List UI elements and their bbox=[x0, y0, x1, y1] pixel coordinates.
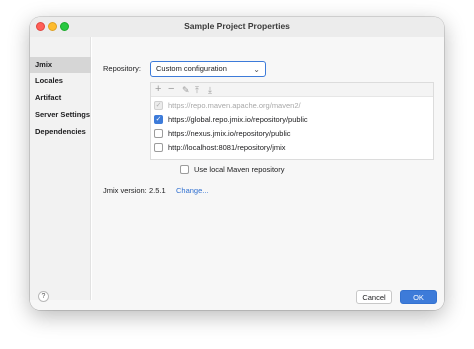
repository-select[interactable]: Custom configuration ⌄ bbox=[150, 61, 266, 77]
remove-icon[interactable]: − bbox=[168, 83, 174, 95]
repository-toolbar: + − ✎ ⤒ ⤓ bbox=[151, 83, 433, 97]
jmix-version-label: Jmix version: bbox=[103, 186, 147, 195]
sidebar: Jmix Locales Artifact Server Settings De… bbox=[30, 37, 91, 300]
edit-icon[interactable]: ✎ bbox=[182, 84, 190, 96]
help-button[interactable]: ? bbox=[38, 291, 49, 302]
repository-row-localhost: http://localhost:8081/repository/jmix bbox=[154, 142, 430, 155]
repository-list: + − ✎ ⤒ ⤓ ✓ https://repo.maven.apache.or… bbox=[150, 82, 434, 160]
repository-url: https://nexus.jmix.io/repository/public bbox=[168, 129, 291, 138]
add-icon[interactable]: + bbox=[155, 83, 161, 95]
window-title: Sample Project Properties bbox=[184, 21, 290, 31]
move-down-icon[interactable]: ⤓ bbox=[208, 84, 212, 96]
repository-checkbox[interactable] bbox=[154, 129, 163, 138]
sidebar-item-jmix[interactable]: Jmix bbox=[30, 57, 91, 73]
repository-url: https://repo.maven.apache.org/maven2/ bbox=[168, 101, 301, 110]
repository-checkbox[interactable]: ✓ bbox=[154, 115, 163, 124]
local-maven-label: Use local Maven repository bbox=[194, 165, 285, 174]
project-properties-dialog: Sample Project Properties Jmix Locales A… bbox=[30, 17, 444, 310]
move-up-icon[interactable]: ⤒ bbox=[195, 84, 199, 96]
sidebar-item-server-settings[interactable]: Server Settings bbox=[30, 107, 91, 123]
repository-row-nexus-jmix: https://nexus.jmix.io/repository/public bbox=[154, 128, 430, 141]
change-version-link[interactable]: Change... bbox=[176, 186, 209, 195]
settings-panel: Repository: Custom configuration ⌄ + − ✎… bbox=[92, 37, 444, 300]
title-bar: Sample Project Properties bbox=[30, 17, 444, 37]
repository-label: Repository: bbox=[103, 64, 141, 73]
repository-select-value: Custom configuration bbox=[156, 64, 227, 73]
repository-url: https://global.repo.jmix.io/repository/p… bbox=[168, 115, 308, 124]
local-maven-option: Use local Maven repository bbox=[180, 164, 444, 177]
chevron-down-icon: ⌄ bbox=[253, 65, 260, 74]
ok-button[interactable]: OK bbox=[400, 290, 437, 304]
repository-checkbox[interactable] bbox=[154, 143, 163, 152]
cancel-button[interactable]: Cancel bbox=[356, 290, 392, 304]
local-maven-checkbox[interactable] bbox=[180, 165, 189, 174]
sidebar-item-locales[interactable]: Locales bbox=[30, 73, 91, 89]
repository-url: http://localhost:8081/repository/jmix bbox=[168, 143, 286, 152]
sidebar-item-dependencies[interactable]: Dependencies bbox=[30, 124, 91, 140]
repository-row-global-jmix: ✓ https://global.repo.jmix.io/repository… bbox=[154, 114, 430, 127]
repository-row-maven-central: ✓ https://repo.maven.apache.org/maven2/ bbox=[154, 100, 430, 113]
jmix-version-value: 2.5.1 bbox=[149, 186, 166, 195]
sidebar-item-artifact[interactable]: Artifact bbox=[30, 90, 91, 106]
repository-checkbox: ✓ bbox=[154, 101, 163, 110]
